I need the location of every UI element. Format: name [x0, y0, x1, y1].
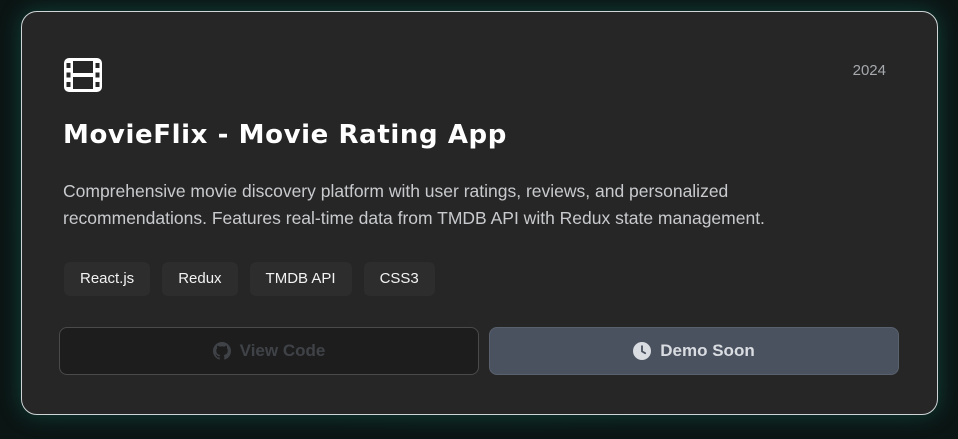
- project-year: 2024: [852, 62, 886, 79]
- view-code-button[interactable]: View Code: [59, 327, 479, 375]
- demo-soon-label: Demo Soon: [660, 341, 755, 360]
- clock-icon: [633, 342, 652, 360]
- tech-tag-tmdb-api: TMDB API: [249, 262, 352, 296]
- github-icon: [212, 342, 231, 360]
- demo-soon-button[interactable]: Demo Soon: [489, 327, 899, 375]
- tech-tag-react: React.js: [64, 262, 151, 296]
- project-title: MovieFlix - Movie Rating App: [63, 120, 507, 150]
- project-description: Comprehensive movie discovery platform w…: [63, 181, 765, 228]
- tech-tag-css3: CSS3: [363, 262, 435, 296]
- film-icon: [64, 58, 102, 92]
- project-card: 2024 MovieFlix - Movie Rating App Compre…: [21, 11, 938, 415]
- tech-tags: React.js Redux TMDB API CSS3: [64, 262, 435, 296]
- tech-tag-redux: Redux: [162, 262, 238, 296]
- view-code-label: View Code: [239, 341, 326, 360]
- page: 2024 MovieFlix - Movie Rating App Compre…: [0, 0, 958, 439]
